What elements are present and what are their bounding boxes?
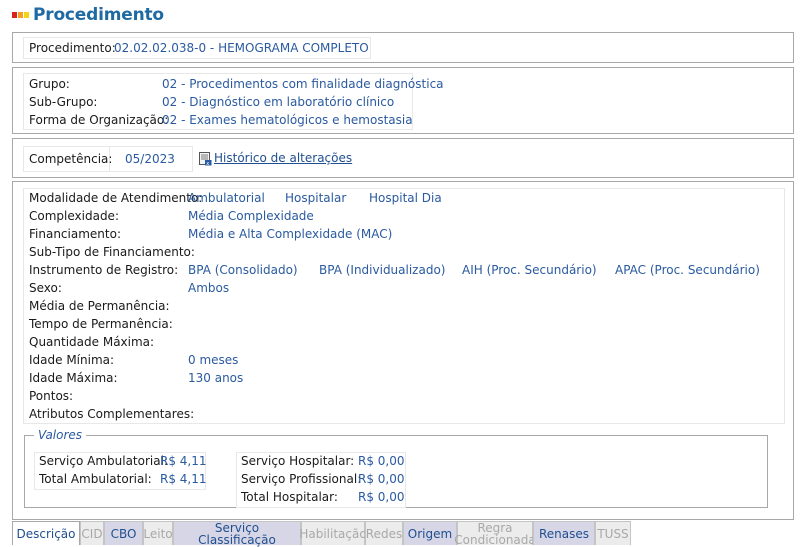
complexidade-value: Média Complexidade — [188, 209, 314, 223]
modalidade-ambulatorial: Ambulatorial — [188, 191, 265, 205]
idade-maxima-label: Idade Máxima: — [29, 371, 118, 385]
tab-regra-condicionada[interactable]: Regra Condicionada — [454, 521, 536, 546]
modalidade-hospitalar: Hospitalar — [285, 191, 347, 205]
instrumento-aih: AIH (Proc. Secundário) — [462, 263, 597, 277]
instrumento-bpa-individualizado: BPA (Individualizado) — [319, 263, 446, 277]
total-hospitalar-value: R$ 0,00 — [358, 490, 405, 504]
procedimento-panel: Procedimento: 02.02.02.038-0 - HEMOGRAMA… — [12, 32, 794, 63]
tab-origem[interactable]: Origem — [403, 521, 457, 545]
servico-profissional-label: Serviço Profissional: — [241, 472, 362, 486]
idade-minima-value: 0 meses — [188, 353, 239, 367]
tab-leito[interactable]: Leito — [143, 521, 173, 545]
servico-hospitalar-label: Serviço Hospitalar: — [241, 454, 355, 468]
total-ambulatorial-label: Total Ambulatorial: — [39, 472, 152, 486]
atributos-complementares-label: Atributos Complementares: — [29, 407, 195, 421]
subgrupo-value: 02 - Diagnóstico em laboratório clínico — [162, 95, 395, 109]
quantidade-maxima-label: Quantidade Máxima: — [29, 335, 155, 349]
sexo-label: Sexo: — [29, 281, 62, 295]
grupo-label: Grupo: — [29, 77, 70, 91]
subtipo-financiamento-label: Sub-Tipo de Financiamento: — [29, 245, 195, 259]
financiamento-label: Financiamento: — [29, 227, 121, 241]
idade-minima-label: Idade Mínima: — [29, 353, 115, 367]
servico-profissional-value: R$ 0,00 — [358, 472, 405, 486]
complexidade-label: Complexidade: — [29, 209, 119, 223]
page-title: Procedimento — [33, 5, 164, 25]
forma-organizacao-value: 02 - Exames hematológicos e hemostasia — [162, 113, 413, 127]
classificacao-panel: Grupo: 02 - Procedimentos com finalidade… — [12, 67, 794, 134]
document-history-icon[interactable]: x — [199, 152, 212, 167]
competencia-label: Competência: — [29, 152, 113, 166]
tab-renases[interactable]: Renases — [533, 521, 595, 545]
total-ambulatorial-value: R$ 4,11 — [160, 472, 207, 486]
procedimento-value: 02.02.02.038-0 - HEMOGRAMA COMPLETO — [114, 41, 369, 55]
svg-text:x: x — [206, 161, 209, 166]
tab-habilitacao[interactable]: Habilitação — [299, 521, 367, 545]
tempo-permanencia-label: Tempo de Permanência: — [29, 317, 173, 331]
modalidade-hospital-dia: Hospital Dia — [369, 191, 442, 205]
procedimento-label: Procedimento: — [29, 41, 116, 55]
financiamento-value: Média e Alta Complexidade (MAC) — [188, 227, 393, 241]
pontos-label: Pontos: — [29, 389, 74, 403]
tab-cid[interactable]: CID — [80, 521, 104, 545]
detail-tabs: Descrição CID CBO Leito Serviço Classifi… — [12, 521, 631, 546]
servico-ambulatorial-value: R$ 4,11 — [160, 454, 207, 468]
tab-tuss[interactable]: TUSS — [595, 521, 631, 545]
subgrupo-label: Sub-Grupo: — [29, 95, 98, 109]
tab-servico-classificacao[interactable]: Serviço Classificação — [173, 521, 301, 546]
tab-descricao[interactable]: Descrição — [12, 521, 80, 545]
sexo-value: Ambos — [188, 281, 230, 295]
total-hospitalar-label: Total Hospitalar: — [241, 490, 338, 504]
modalidade-label: Modalidade de Atendimento: — [29, 191, 203, 205]
app-logo-icon — [12, 12, 29, 18]
instrumento-apac: APAC (Proc. Secundário) — [615, 263, 760, 277]
grupo-value: 02 - Procedimentos com finalidade diagnó… — [162, 77, 444, 91]
historico-alteracoes-link[interactable]: Histórico de alterações — [214, 150, 352, 166]
instrumento-bpa-consolidado: BPA (Consolidado) — [188, 263, 298, 277]
tab-cbo[interactable]: CBO — [104, 521, 143, 545]
valores-legend: Valores — [34, 428, 87, 442]
idade-maxima-value: 130 anos — [188, 371, 244, 385]
competencia-value: 05/2023 — [125, 152, 175, 166]
media-permanencia-label: Média de Permanência: — [29, 299, 170, 313]
forma-organizacao-label: Forma de Organização: — [29, 113, 169, 127]
servico-hospitalar-value: R$ 0,00 — [358, 454, 405, 468]
servico-ambulatorial-label: Serviço Ambulatorial: — [39, 454, 168, 468]
page-header: Procedimento — [12, 5, 164, 25]
tab-redes[interactable]: Redes — [365, 521, 403, 545]
competencia-panel: Competência: 05/2023 x Histórico de alte… — [12, 138, 794, 178]
instrumento-registro-label: Instrumento de Registro: — [29, 263, 179, 277]
